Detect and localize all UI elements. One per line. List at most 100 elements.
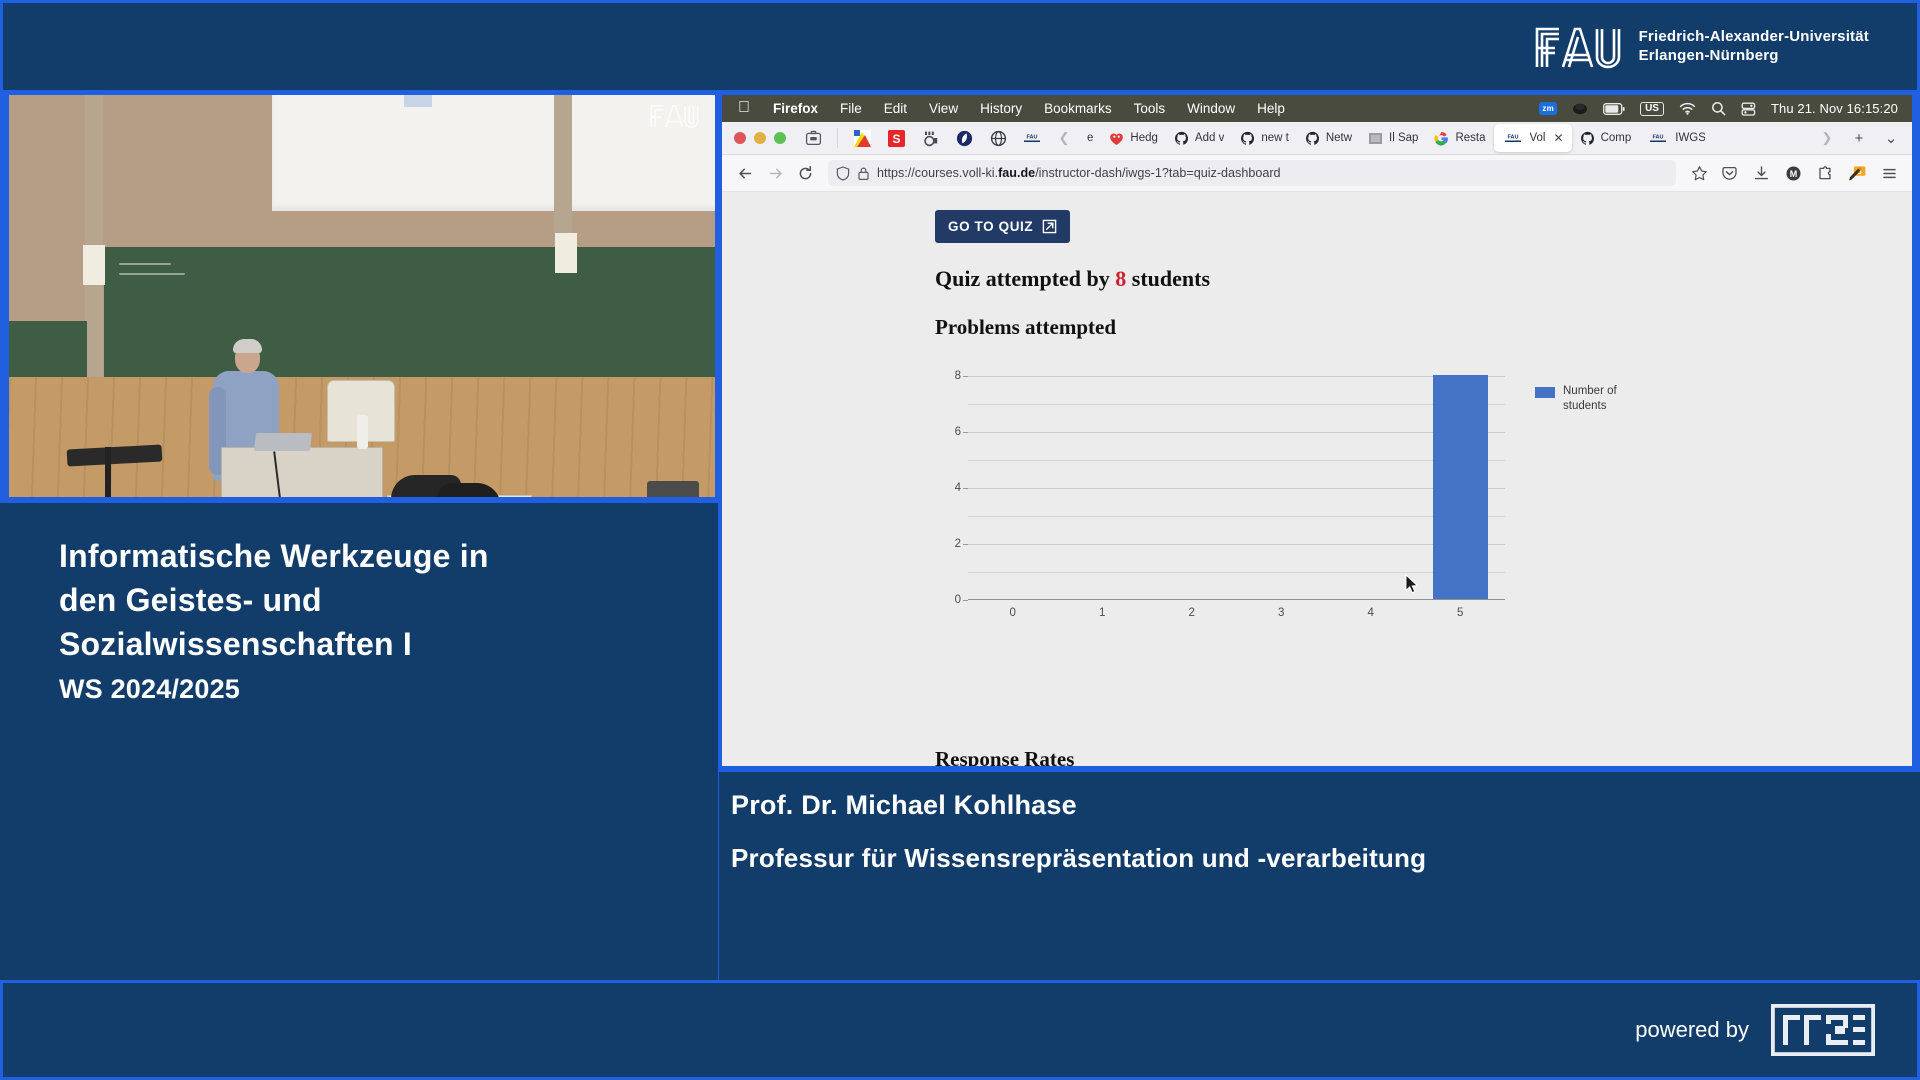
lecture-title-line1: Informatische Werkzeuge in — [59, 538, 489, 574]
pinned-tab-3[interactable] — [913, 125, 947, 152]
close-tab-icon[interactable]: ✕ — [1554, 131, 1564, 145]
menu-bookmarks[interactable]: Bookmarks — [1033, 101, 1123, 116]
svg-text:M: M — [1789, 169, 1797, 179]
spotlight-search-icon[interactable] — [1711, 101, 1726, 116]
forward-button[interactable] — [760, 158, 790, 188]
reload-button[interactable] — [790, 158, 820, 188]
projection-screen-highlight — [404, 95, 432, 107]
menu-help[interactable]: Help — [1246, 101, 1296, 116]
pocket-button[interactable] — [1714, 158, 1744, 188]
chart-bar[interactable] — [1432, 375, 1488, 599]
github-icon — [1240, 131, 1255, 146]
chart-x-tick-label: 0 — [1009, 607, 1016, 619]
tab-add-v[interactable]: Add v — [1166, 124, 1232, 152]
chart-gridline-minor — [968, 404, 1505, 405]
back-button[interactable] — [730, 158, 760, 188]
fau-logo-icon — [1535, 27, 1620, 68]
lecture-title-line2: den Geistes- und — [59, 581, 322, 618]
chart-y-tick-mark — [963, 488, 968, 489]
menu-edit[interactable]: Edit — [873, 101, 918, 116]
account-avatar[interactable]: M — [1778, 158, 1808, 188]
pinned-tab-6[interactable]: FAU — [1015, 125, 1049, 152]
zoom-icon[interactable]: zm — [1539, 102, 1558, 115]
presenter-name: Prof. Dr. Michael Kohlhase — [731, 790, 1077, 820]
extensions-button[interactable] — [1810, 158, 1840, 188]
browser-navigation-bar: https://courses.voll-ki.fau.de/instructo… — [722, 155, 1912, 192]
tab-label: Netw — [1325, 132, 1353, 144]
chart-x-tick-label: 3 — [1278, 607, 1285, 619]
keyboard-layout-icon[interactable]: US — [1640, 101, 1664, 116]
colorful-app-icon — [853, 129, 871, 147]
battery-icon[interactable] — [1603, 102, 1625, 115]
padlock-icon[interactable] — [857, 166, 870, 181]
screen-share-pane[interactable]:  Firefox File Edit View History Bookmar… — [719, 92, 1915, 769]
tab-label: Resta — [1455, 132, 1486, 144]
response-rates-heading: Response Rates — [935, 747, 1075, 766]
menu-file[interactable]: File — [829, 101, 873, 116]
minimize-window-button[interactable] — [754, 132, 766, 144]
list-all-tabs-chevron-down-icon[interactable]: ⌄ — [1876, 124, 1906, 152]
pinned-tab-1[interactable] — [845, 125, 879, 152]
go-to-quiz-button[interactable]: GO TO QUIZ — [935, 210, 1071, 243]
chart-gridline-minor — [968, 460, 1505, 461]
pocket-icon — [1721, 166, 1737, 180]
chart-x-tick-label: 5 — [1457, 607, 1464, 619]
svg-text:FAU: FAU — [1027, 135, 1038, 141]
dropbox-icon[interactable] — [1572, 102, 1588, 116]
tab-iwgs[interactable]: FAU IWGS — [1639, 124, 1713, 152]
scroll-tabs-left-button[interactable]: ❮ — [1049, 124, 1079, 152]
scroll-tabs-right-button[interactable]: ❯ — [1812, 124, 1842, 152]
laptop — [254, 433, 312, 451]
fau-icon: FAU — [1502, 131, 1524, 145]
wifi-icon[interactable] — [1679, 102, 1696, 115]
chart-x-axis — [968, 598, 1505, 600]
tab-e[interactable]: e — [1079, 124, 1101, 152]
quiz-attempted-heading: Quiz attempted by 8 students — [935, 266, 1912, 292]
footer-bar: powered by — [3, 983, 1917, 1077]
quiz-dashboard-page[interactable]: GO TO QUIZ Quiz attempted by 8 students … — [722, 192, 1912, 766]
close-window-button[interactable] — [734, 132, 746, 144]
new-tab-plus-icon[interactable]: + — [1844, 124, 1874, 152]
downloads-button[interactable] — [1746, 158, 1776, 188]
google-icon — [1434, 131, 1449, 146]
app-menu-button[interactable] — [1874, 158, 1904, 188]
tab-netw[interactable]: Netw — [1297, 124, 1360, 152]
menu-history[interactable]: History — [969, 101, 1033, 116]
pinned-tab-5[interactable] — [981, 125, 1015, 152]
menu-tools[interactable]: Tools — [1123, 101, 1177, 116]
tab-resta[interactable]: Resta — [1426, 124, 1493, 152]
university-name-line1: Friedrich-Alexander-Universität — [1638, 27, 1869, 45]
annotate-extension-button[interactable]: 3 — [1842, 158, 1872, 188]
tab-label: Vol — [1529, 132, 1546, 144]
tab-voll-ki-active[interactable]: FAU Vol ✕ — [1493, 124, 1572, 152]
shield-icon[interactable] — [836, 165, 850, 181]
tab-new-t[interactable]: new t — [1232, 124, 1297, 152]
control-center-icon[interactable] — [1741, 102, 1756, 116]
pinned-tab-4[interactable] — [947, 125, 981, 152]
tab-comp[interactable]: Comp — [1572, 124, 1640, 152]
tab-hedgedoc[interactable]: Hedg — [1101, 124, 1166, 152]
problems-attempted-chart[interactable]: 0 2 4 6 8 0 1 2 3 4 5 Number of students — [935, 370, 1625, 626]
url-address-bar[interactable]: https://courses.voll-ki.fau.de/instructo… — [828, 160, 1676, 186]
menu-firefox[interactable]: Firefox — [762, 101, 829, 116]
menu-bar-clock[interactable]: Thu 21. Nov 16:15:20 — [1771, 101, 1898, 116]
zoom-window-button[interactable] — [774, 132, 786, 144]
url-prefix: https://courses.voll-ki. — [877, 166, 999, 180]
menu-view[interactable]: View — [918, 101, 969, 116]
bookmark-star-button[interactable] — [1684, 158, 1714, 188]
chalk-writing — [119, 273, 185, 275]
url-text[interactable]: https://courses.voll-ki.fau.de/instructo… — [877, 166, 1668, 180]
browser-tab-strip: S FAU ❮ e Hedg Add v new t Netw Il Sap R… — [722, 122, 1912, 155]
menu-window[interactable]: Window — [1176, 101, 1246, 116]
annotate-extension-icon: 3 — [1848, 165, 1865, 180]
firefox-view-button[interactable] — [796, 125, 830, 152]
tab-il-sap[interactable]: Il Sap — [1360, 124, 1426, 152]
lecture-video[interactable] — [6, 92, 718, 500]
pinned-tab-2[interactable]: S — [879, 125, 913, 152]
url-domain: fau.de — [998, 166, 1036, 180]
apple-menu-icon[interactable]:  — [732, 99, 762, 119]
dashboard-content: GO TO QUIZ Quiz attempted by 8 students … — [722, 192, 1912, 766]
window-controls[interactable] — [728, 132, 796, 144]
door-sign-left — [83, 245, 105, 285]
reload-icon — [799, 165, 811, 179]
